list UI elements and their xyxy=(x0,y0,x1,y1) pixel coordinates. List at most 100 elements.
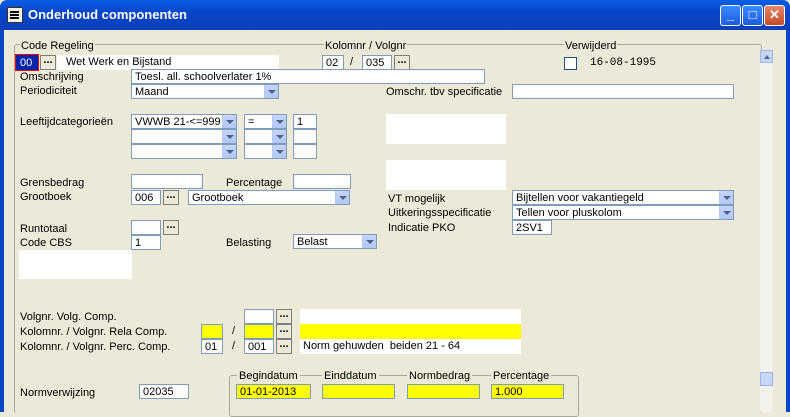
vertical-scrollbar[interactable] xyxy=(760,50,773,412)
uitkeringsspecificatie-select[interactable]: Tellen voor pluskolom xyxy=(512,205,734,220)
app-icon xyxy=(7,7,23,23)
leeftijd-val-input-3[interactable] xyxy=(293,144,317,159)
verwijderd-label: Verwijderd xyxy=(564,40,618,52)
runtotaal-input[interactable] xyxy=(131,220,161,235)
volgnr-lookup-button[interactable]: ... xyxy=(394,55,410,70)
verwijderd-date: 16-08-1995 xyxy=(590,57,657,69)
chevron-down-icon[interactable] xyxy=(719,191,733,204)
leeftijd-cat-select-3[interactable] xyxy=(131,144,237,159)
blank-panel-3 xyxy=(19,250,132,279)
volg-comp-desc xyxy=(300,309,521,324)
rela-comp-volg-input[interactable] xyxy=(244,324,274,339)
norm-einddatum-input[interactable] xyxy=(322,384,395,399)
leeftijdcategorieen-label: Leeftijdcategorieën xyxy=(20,116,113,128)
leeftijd-val-input-2[interactable] xyxy=(293,129,317,144)
runtotaal-lookup-button[interactable]: ... xyxy=(163,220,179,235)
grootboek-label: Grootboek xyxy=(20,191,72,203)
code-regeling-lookup-button[interactable]: ... xyxy=(40,55,56,70)
code-regeling-desc: Wet Werk en Bijstand xyxy=(66,56,172,68)
chevron-down-icon[interactable] xyxy=(264,85,278,98)
uitkeringsspecificatie-label: Uitkeringsspecificatie xyxy=(388,207,492,219)
chevron-down-icon[interactable] xyxy=(272,145,286,158)
verwijderd-checkbox[interactable] xyxy=(564,57,577,70)
leeftijd-op-value-1: = xyxy=(248,116,255,128)
percentage-input[interactable] xyxy=(293,174,351,189)
volgnr-input[interactable]: 035 xyxy=(362,55,392,70)
code-cbs-label: Code CBS xyxy=(20,237,72,249)
leeftijd-op-select-3[interactable] xyxy=(244,144,287,159)
grootboek-name: Grootboek xyxy=(192,192,244,204)
kolomnr-volgnr-label: Kolomnr / Volgnr xyxy=(324,40,408,52)
scroll-up-arrow-icon[interactable] xyxy=(760,50,773,63)
close-button[interactable]: ✕ xyxy=(764,5,785,26)
code-cbs-input[interactable]: 1 xyxy=(131,235,161,250)
volg-comp-input[interactable] xyxy=(244,309,274,324)
indicatie-pko-label: Indicatie PKO xyxy=(388,222,456,234)
blank-panel-2 xyxy=(386,160,506,190)
rela-comp-kolom-input[interactable] xyxy=(201,324,223,339)
chevron-down-icon[interactable] xyxy=(272,130,286,143)
scrollbar-thumb[interactable] xyxy=(760,372,773,386)
norm-header-begindatum: Begindatum xyxy=(237,370,300,382)
percentage-label: Percentage xyxy=(226,177,283,189)
leeftijd-cat-select-1[interactable]: VWWB 21-<=999 xyxy=(131,114,237,129)
form-area: Code Regeling Kolomnr / Volgnr Verwijder… xyxy=(4,30,762,417)
normverwijzing-input[interactable]: 02035 xyxy=(139,384,189,399)
window-title: Onderhoud componenten xyxy=(28,7,187,22)
perc-comp-lookup-button[interactable]: ... xyxy=(276,339,292,354)
norm-begindatum-input[interactable]: 01-01-2013 xyxy=(236,384,311,399)
title-bar: Onderhoud componenten _ □ ✕ xyxy=(0,0,790,30)
kolomnr-input[interactable]: 02 xyxy=(322,55,344,70)
periodiciteit-select[interactable]: Maand xyxy=(131,84,279,99)
rela-comp-lookup-button[interactable]: ... xyxy=(276,324,292,339)
rela-comp-desc xyxy=(300,324,521,339)
chevron-down-icon[interactable] xyxy=(272,115,286,128)
kolomnr-rela-comp-label: Kolomnr. / Volgnr. Rela Comp. xyxy=(20,326,168,338)
runtotaal-label: Runtotaal xyxy=(20,223,68,235)
code-regeling-input[interactable]: 00 xyxy=(15,54,39,71)
norm-header-normbedrag: Normbedrag xyxy=(407,370,473,382)
grensbedrag-input[interactable] xyxy=(131,174,203,189)
perc-comp-slash: / xyxy=(232,340,236,352)
leeftijd-op-select-2[interactable] xyxy=(244,129,287,144)
omschrijving-input[interactable]: Toesl. all. schoolverlater 1% xyxy=(131,69,485,84)
norm-normbedrag-input[interactable] xyxy=(407,384,480,399)
vt-mogelijk-label: VT mogelijk xyxy=(388,193,446,205)
indicatie-pko-input[interactable]: 2SV1 xyxy=(512,220,552,235)
chevron-down-icon[interactable] xyxy=(362,235,376,248)
leeftijd-cat-select-2[interactable] xyxy=(131,129,237,144)
norm-percentage-input[interactable]: 1.000 xyxy=(491,384,564,399)
volg-comp-lookup-button[interactable]: ... xyxy=(276,309,292,324)
maximize-button[interactable]: □ xyxy=(742,5,763,26)
chevron-down-icon[interactable] xyxy=(222,115,236,128)
kolomnr-slash: / xyxy=(350,56,354,68)
belasting-label: Belasting xyxy=(226,237,272,249)
grootboek-code-input[interactable]: 006 xyxy=(131,190,161,205)
grootboek-lookup-button[interactable]: ... xyxy=(163,190,179,205)
belasting-value: Belast xyxy=(297,236,328,248)
chevron-down-icon[interactable] xyxy=(222,130,236,143)
omschr-specificatie-input[interactable] xyxy=(512,84,734,99)
periodiciteit-label: Periodiciteit xyxy=(20,85,77,97)
perc-comp-desc: Norm gehuwden beiden 21 - 64 xyxy=(303,340,461,352)
vt-mogelijk-select[interactable]: Bijtellen voor vakantiegeld xyxy=(512,190,734,205)
minimize-button[interactable]: _ xyxy=(720,5,741,26)
perc-comp-desc-box: Norm gehuwden beiden 21 - 64 xyxy=(300,339,521,354)
chevron-down-icon[interactable] xyxy=(222,145,236,158)
chevron-down-icon[interactable] xyxy=(719,206,733,219)
grootboek-select[interactable]: Grootboek xyxy=(188,190,350,205)
perc-comp-volg-input[interactable]: 001 xyxy=(244,339,274,354)
omschr-specificatie-label: Omschr. tbv specificatie xyxy=(386,86,503,98)
normverwijzing-label: Normverwijzing xyxy=(20,387,96,399)
omschrijving-label: Omschrijving xyxy=(20,71,84,83)
chevron-down-icon[interactable] xyxy=(335,191,349,204)
leeftijd-val-input-1[interactable]: 1 xyxy=(293,114,317,129)
grensbedrag-label: Grensbedrag xyxy=(20,177,85,189)
leeftijd-op-select-1[interactable]: = xyxy=(244,114,287,129)
belasting-select[interactable]: Belast xyxy=(293,234,377,249)
kolomnr-perc-comp-label: Kolomnr. / Volgnr. Perc. Comp. xyxy=(20,341,171,353)
rela-comp-slash: / xyxy=(232,325,236,337)
blank-panel-1 xyxy=(386,114,506,144)
perc-comp-kolom-input[interactable]: 01 xyxy=(201,339,223,354)
periodiciteit-value: Maand xyxy=(135,86,169,98)
